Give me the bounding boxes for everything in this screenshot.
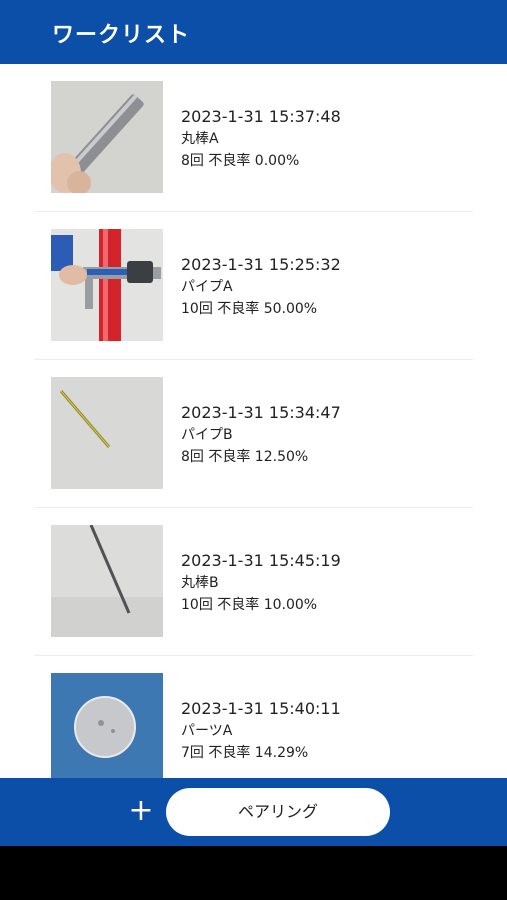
item-thumbnail: [51, 377, 163, 489]
item-timestamp: 2023-1-31 15:25:32: [181, 255, 341, 274]
work-list[interactable]: 2023-1-31 15:37:48 丸棒A 8回 不良率 0.00% 2023…: [0, 64, 507, 778]
item-timestamp: 2023-1-31 15:45:19: [181, 551, 341, 570]
list-item[interactable]: 2023-1-31 15:37:48 丸棒A 8回 不良率 0.00%: [0, 64, 507, 212]
add-button[interactable]: +: [124, 794, 158, 828]
item-stats: 10回 不良率 10.00%: [181, 597, 318, 613]
item-timestamp: 2023-1-31 15:34:47: [181, 403, 341, 422]
item-name: パーツA: [181, 723, 233, 739]
item-thumbnail: [51, 229, 163, 341]
item-thumbnail: [51, 673, 163, 778]
item-name: パイプA: [181, 279, 233, 295]
item-timestamp: 2023-1-31 15:37:48: [181, 107, 341, 126]
bottom-bar: + ペアリング: [0, 778, 507, 846]
item-timestamp: 2023-1-31 15:40:11: [181, 699, 341, 718]
item-stats: 8回 不良率 0.00%: [181, 153, 300, 169]
item-stats: 8回 不良率 12.50%: [181, 449, 309, 465]
pairing-button[interactable]: ペアリング: [166, 788, 390, 836]
list-item[interactable]: 2023-1-31 15:34:47 パイプB 8回 不良率 12.50%: [0, 360, 507, 508]
item-name: 丸棒B: [181, 575, 219, 591]
item-stats: 7回 不良率 14.29%: [181, 745, 309, 761]
list-item[interactable]: 2023-1-31 15:45:19 丸棒B 10回 不良率 10.00%: [0, 508, 507, 656]
system-navigation-bar: [0, 846, 507, 900]
item-stats: 10回 不良率 50.00%: [181, 301, 318, 317]
item-thumbnail: [51, 525, 163, 637]
item-name: パイプB: [181, 427, 233, 443]
list-item[interactable]: 2023-1-31 15:25:32 パイプA 10回 不良率 50.00%: [0, 212, 507, 360]
list-item[interactable]: 2023-1-31 15:40:11 パーツA 7回 不良率 14.29%: [0, 656, 507, 778]
app-header: ワークリスト: [0, 0, 507, 64]
item-name: 丸棒A: [181, 131, 219, 147]
item-thumbnail: [51, 81, 163, 193]
page-title: ワークリスト: [52, 23, 191, 48]
